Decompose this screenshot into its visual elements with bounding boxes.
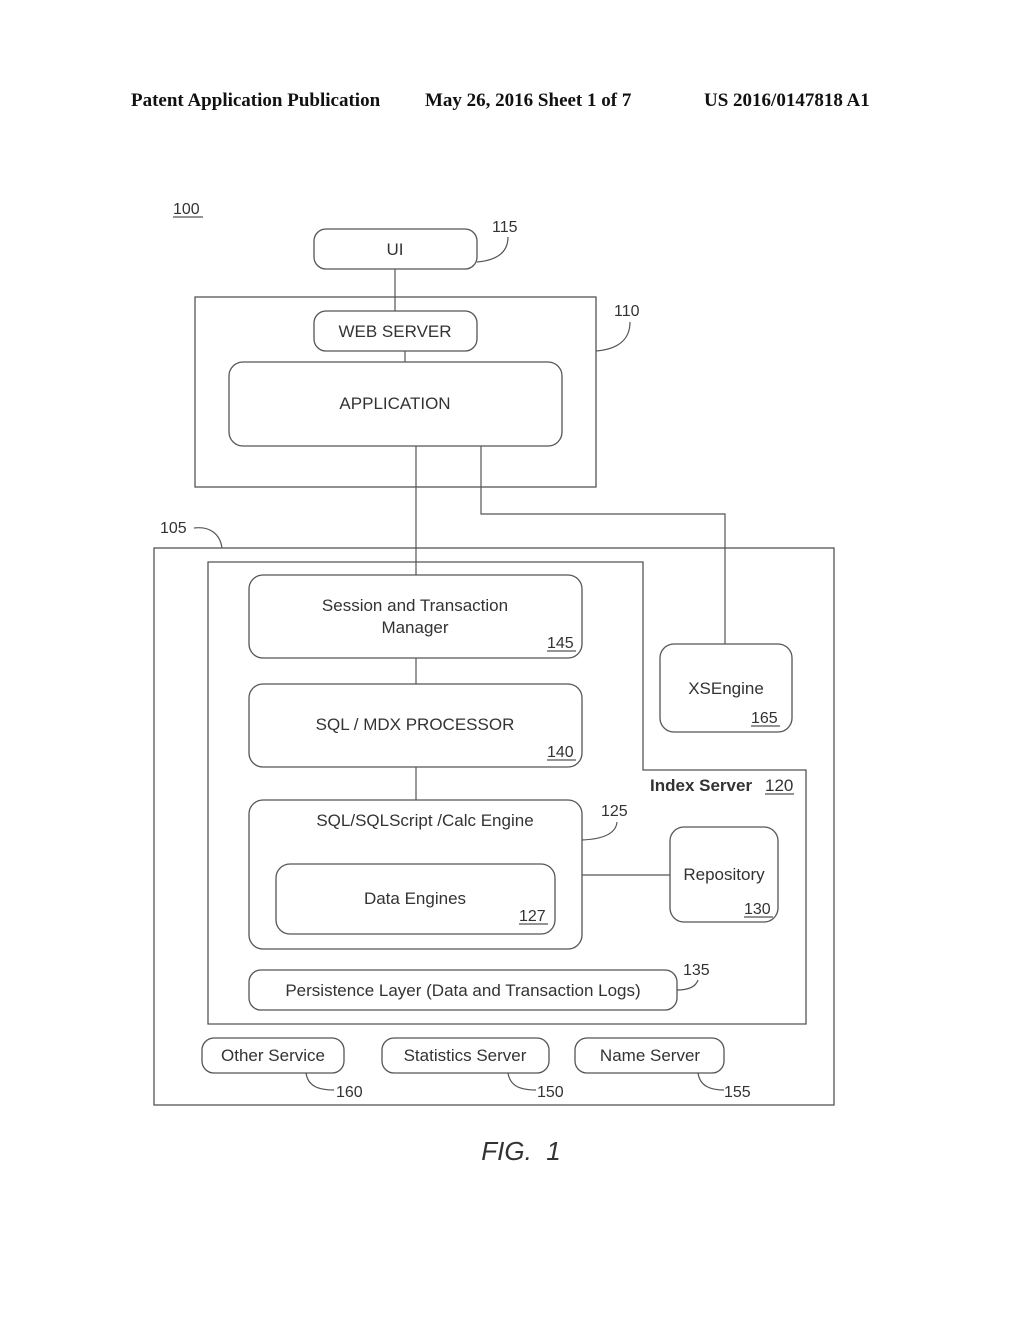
ui-ref: 115: [492, 219, 518, 236]
index-server-ref: 120: [765, 776, 793, 795]
application-server-ref-leader: [595, 321, 631, 352]
application-box[interactable]: APPLICATION: [228, 361, 563, 447]
repository-box[interactable]: Repository 130: [669, 826, 779, 923]
repository-ref: 130: [744, 901, 771, 918]
statistics-server-ref: 150: [537, 1084, 564, 1101]
data-engines-label: Data Engines: [364, 889, 466, 908]
session-manager-box[interactable]: Session and Transaction Manager 145: [248, 574, 583, 659]
calc-engine-ref-leader: [581, 821, 618, 841]
application-label: APPLICATION: [339, 394, 450, 413]
xsengine-box[interactable]: XSEngine 165: [659, 643, 793, 733]
statistics-server-box[interactable]: Statistics Server: [381, 1037, 550, 1074]
name-server-ref: 155: [724, 1084, 751, 1101]
sql-processor-ref: 140: [547, 744, 574, 761]
data-engines-ref: 127: [519, 908, 546, 925]
other-service-box[interactable]: Other Service: [201, 1037, 345, 1074]
application-server-ref: 110: [614, 303, 640, 320]
figure-caption: FIG. 1: [481, 1136, 560, 1166]
persistence-layer-label: Persistence Layer (Data and Transaction …: [285, 981, 640, 1000]
name-server-ref-leader: [697, 1072, 725, 1091]
name-server-label: Name Server: [600, 1046, 700, 1065]
ui-box[interactable]: UI: [313, 228, 478, 270]
name-server-box[interactable]: Name Server: [574, 1037, 725, 1074]
session-manager-label-line2: Manager: [381, 618, 448, 637]
session-manager-ref: 145: [547, 635, 574, 652]
persistence-layer-ref: 135: [683, 962, 710, 979]
db-system-ref-leader: [193, 527, 223, 549]
architecture-diagram: 100 UI 115 110 WEB SERVER APPLICATION 10…: [153, 201, 835, 1166]
calc-engine-ref: 125: [601, 803, 628, 820]
persistence-layer-box[interactable]: Persistence Layer (Data and Transaction …: [248, 969, 678, 1011]
web-server-label: WEB SERVER: [338, 322, 451, 341]
xsengine-label: XSEngine: [688, 679, 764, 698]
data-engines-box[interactable]: Data Engines 127: [275, 863, 556, 935]
ui-ref-leader: [476, 236, 509, 263]
connector-application-xsengine: [480, 446, 726, 644]
web-server-box[interactable]: WEB SERVER: [313, 310, 478, 352]
calc-engine-label: SQL/SQLScript /Calc Engine: [316, 811, 533, 830]
other-service-ref-leader: [305, 1072, 335, 1091]
sql-processor-label: SQL / MDX PROCESSOR: [316, 715, 515, 734]
sql-processor-box[interactable]: SQL / MDX PROCESSOR 140: [248, 683, 583, 768]
xsengine-ref: 165: [751, 710, 778, 727]
ui-label: UI: [387, 240, 404, 259]
calc-engine-box[interactable]: SQL/SQLScript /Calc Engine: [248, 799, 583, 950]
session-manager-outline: [248, 574, 583, 659]
other-service-label: Other Service: [221, 1046, 325, 1065]
persistence-layer-ref-leader: [676, 979, 699, 991]
repository-label: Repository: [683, 865, 765, 884]
index-server-label: Index Server: [650, 776, 752, 795]
system-ref: 100: [173, 201, 200, 218]
statistics-server-ref-leader: [507, 1072, 537, 1091]
db-system-ref: 105: [160, 520, 187, 537]
other-service-ref: 160: [336, 1084, 363, 1101]
statistics-server-label: Statistics Server: [404, 1046, 527, 1065]
session-manager-label-line1: Session and Transaction: [322, 596, 508, 615]
